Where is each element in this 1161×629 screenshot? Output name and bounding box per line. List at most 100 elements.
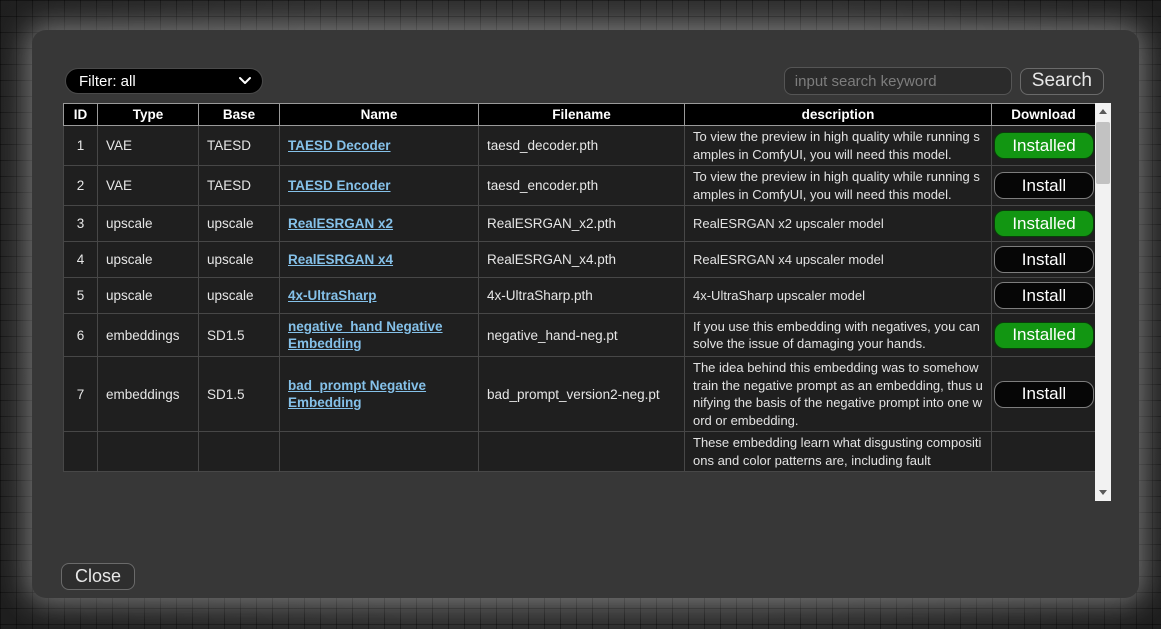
column-header-download: Download: [992, 104, 1096, 126]
cell-name: TAESD Decoder: [280, 126, 479, 166]
cell-id: 2: [64, 166, 98, 206]
table-row: 4upscaleupscaleRealESRGAN x4RealESRGAN_x…: [64, 242, 1096, 278]
table-row: 2VAETAESD TAESD Encoder taesd_encoder.pthT…: [64, 166, 1096, 206]
cell-description: If you use this embedding with negatives…: [685, 314, 992, 357]
cell-filename: 4x-UltraSharp.pth: [479, 278, 685, 314]
table-header-row: IDTypeBaseNameFilenamedescriptionDownloa…: [64, 104, 1096, 126]
install-button[interactable]: Install: [994, 282, 1094, 309]
models-table: IDTypeBaseNameFilenamedescriptionDownloa…: [63, 103, 1095, 472]
cell-download: Install: [992, 357, 1096, 432]
cell-base: SD1.5: [199, 314, 280, 357]
cell-name: TAESD Encoder: [280, 166, 479, 206]
cell-filename: bad_prompt_version2-neg.pt: [479, 357, 685, 432]
column-header-name: Name: [280, 104, 479, 126]
cell-type: VAE: [98, 126, 199, 166]
cell-base: SD1.5: [199, 357, 280, 432]
model-name-link[interactable]: negative_hand Negative Embedding: [288, 319, 443, 351]
cell-type: upscale: [98, 242, 199, 278]
cell-name: negative_hand Negative Embedding: [280, 314, 479, 357]
cell-name: 4x-UltraSharp: [280, 278, 479, 314]
close-button[interactable]: Close: [61, 563, 135, 590]
cell-base: TAESD: [199, 166, 280, 206]
search-input[interactable]: [784, 67, 1012, 95]
table-scrollbar[interactable]: [1095, 103, 1111, 501]
cell-description: To view the preview in high quality whil…: [685, 126, 992, 166]
cell-filename: negative_hand-neg.pt: [479, 314, 685, 357]
cell-base: TAESD: [199, 126, 280, 166]
cell-description: RealESRGAN x2 upscaler model: [685, 206, 992, 242]
filter-select[interactable]: Filter: all: [65, 68, 263, 94]
installed-button[interactable]: Installed: [994, 322, 1094, 349]
cell-name: bad_prompt Negative Embedding: [280, 357, 479, 432]
model-name-link[interactable]: RealESRGAN x2: [288, 216, 393, 231]
installed-button[interactable]: Installed: [994, 210, 1094, 237]
cell-description: The idea behind this embedding was to so…: [685, 357, 992, 432]
table-row: 6embeddingsSD1.5negative_hand Negative E…: [64, 314, 1096, 357]
cell-id: 4: [64, 242, 98, 278]
cell-name: RealESRGAN x4: [280, 242, 479, 278]
table-row: 7embeddingsSD1.5bad_prompt Negative Embe…: [64, 357, 1096, 432]
cell-type: embeddings: [98, 314, 199, 357]
cell-filename: RealESRGAN_x2.pth: [479, 206, 685, 242]
model-name-link[interactable]: TAESD Decoder: [288, 138, 391, 153]
cell-name: RealESRGAN x2: [280, 206, 479, 242]
cell-base: upscale: [199, 206, 280, 242]
cell-id: 7: [64, 357, 98, 432]
table-row: 5upscaleupscale4x-UltraSharp4x-UltraShar…: [64, 278, 1096, 314]
cell-id: 1: [64, 126, 98, 166]
table-row: These embedding learn what disgusting co…: [64, 432, 1096, 472]
model-name-link[interactable]: 4x-UltraSharp: [288, 288, 377, 303]
installed-button[interactable]: Installed: [994, 132, 1094, 159]
install-button[interactable]: Install: [994, 246, 1094, 273]
search-group: Search: [784, 67, 1104, 95]
scroll-down-button[interactable]: [1095, 484, 1111, 501]
column-header-base: Base: [199, 104, 280, 126]
cell-base: [199, 432, 280, 472]
table-zone: IDTypeBaseNameFilenamedescriptionDownloa…: [63, 103, 1111, 501]
model-name-link[interactable]: RealESRGAN x4: [288, 252, 393, 267]
table-clip: IDTypeBaseNameFilenamedescriptionDownloa…: [63, 103, 1095, 501]
model-manager-dialog: Filter: all Search IDTypeBaseNameFilenam…: [32, 30, 1139, 598]
cell-id: 3: [64, 206, 98, 242]
search-button[interactable]: Search: [1020, 68, 1104, 95]
model-name-link[interactable]: TAESD Encoder: [288, 178, 391, 193]
filter-select-wrap: Filter: all: [65, 68, 263, 94]
cell-download: Installed: [992, 126, 1096, 166]
cell-base: upscale: [199, 242, 280, 278]
dialog-topbar: Filter: all Search: [65, 67, 1104, 95]
cell-description: 4x-UltraSharp upscaler model: [685, 278, 992, 314]
cell-base: upscale: [199, 278, 280, 314]
column-header-filename: Filename: [479, 104, 685, 126]
cell-filename: RealESRGAN_x4.pth: [479, 242, 685, 278]
cell-download: Install: [992, 278, 1096, 314]
column-header-description: description: [685, 104, 992, 126]
cell-download: Installed: [992, 206, 1096, 242]
column-header-id: ID: [64, 104, 98, 126]
cell-filename: taesd_encoder.pth: [479, 166, 685, 206]
triangle-down-icon: [1099, 490, 1107, 495]
cell-download: [992, 432, 1096, 472]
cell-type: embeddings: [98, 357, 199, 432]
cell-download: Install: [992, 166, 1096, 206]
column-header-type: Type: [98, 104, 199, 126]
cell-filename: [479, 432, 685, 472]
model-name-link[interactable]: bad_prompt Negative Embedding: [288, 378, 426, 410]
cell-description: These embedding learn what disgusting co…: [685, 432, 992, 472]
scroll-up-button[interactable]: [1095, 103, 1111, 120]
cell-id: 5: [64, 278, 98, 314]
scrollbar-thumb[interactable]: [1096, 122, 1110, 184]
cell-type: upscale: [98, 206, 199, 242]
cell-download: Installed: [992, 314, 1096, 357]
cell-type: upscale: [98, 278, 199, 314]
cell-download: Install: [992, 242, 1096, 278]
cell-type: [98, 432, 199, 472]
table-row: 3upscaleupscaleRealESRGAN x2RealESRGAN_x…: [64, 206, 1096, 242]
cell-description: To view the preview in high quality whil…: [685, 166, 992, 206]
triangle-up-icon: [1099, 109, 1107, 114]
cell-type: VAE: [98, 166, 199, 206]
cell-name: [280, 432, 479, 472]
install-button[interactable]: Install: [994, 172, 1094, 199]
cell-id: [64, 432, 98, 472]
install-button[interactable]: Install: [994, 381, 1094, 408]
table-row: 1VAETAESDTAESD Decodertaesd_decoder.pthT…: [64, 126, 1096, 166]
